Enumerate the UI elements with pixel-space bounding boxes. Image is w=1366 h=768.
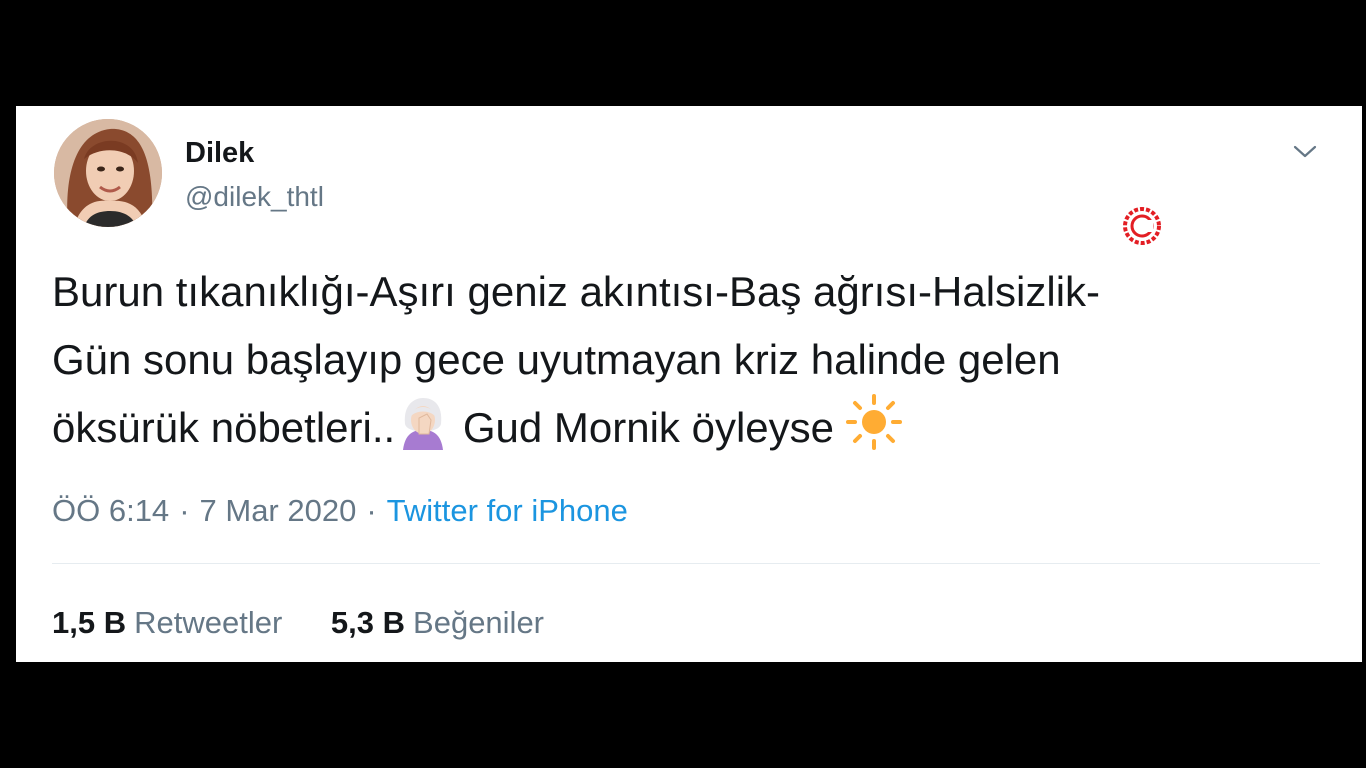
meta-separator: · [179, 493, 190, 528]
letterbox-top [0, 0, 1366, 106]
avatar[interactable] [54, 119, 162, 227]
tweet-source-link[interactable]: Twitter for iPhone [387, 493, 628, 528]
retweets-label: Retweetler [134, 605, 283, 640]
letterbox-bottom [0, 662, 1366, 768]
tweet-date[interactable]: 7 Mar 2020 [200, 493, 357, 528]
chevron-down-icon[interactable] [1290, 136, 1320, 166]
meta-separator: · [366, 493, 377, 528]
display-name[interactable]: Dilek [185, 136, 254, 170]
tweet-text-tail: Gud Mornik öyleyse [462, 404, 835, 451]
tweet-text-line: Burun tıkanıklığı-Aşırı geniz akıntısı-B… [52, 268, 1101, 315]
tweet-text: Burun tıkanıklığı-Aşırı geniz akıntısı-B… [52, 258, 1322, 462]
tweet-meta: ÖÖ 6:14 · 7 Mar 2020 · Twitter for iPhone [52, 491, 628, 531]
divider [52, 563, 1320, 564]
likes-count: 5,3 B [330, 605, 406, 640]
tweet-card: Dilek @dilek_thtl Burun tıkanıklığı-Aşır… [16, 106, 1362, 662]
tweet-stats: 1,5 B Retweetler 5,3 B Beğeniler [52, 603, 584, 643]
retweets-count: 1,5 B [52, 605, 127, 640]
user-handle[interactable]: @dilek_thtl [185, 180, 324, 214]
tweet-text-line: öksürük nöbetleri.. [52, 404, 396, 451]
tweet-time[interactable]: ÖÖ 6:14 [52, 493, 169, 528]
likes-label: Beğeniler [413, 605, 545, 640]
avatar-photo-icon [54, 119, 162, 227]
sun-icon [845, 394, 902, 450]
tweet-text-line: Gün sonu başlayıp gece uyutmayan kriz ha… [52, 336, 1061, 383]
tweet-text-line-last: öksürük nöbetleri.. Gud Mornik öyleyse [52, 394, 1322, 462]
watermark-logo-icon [1121, 205, 1163, 247]
facepalm-woman-icon [403, 398, 444, 450]
likes-stat[interactable]: 5,3 B Beğeniler [331, 603, 544, 643]
retweets-stat[interactable]: 1,5 B Retweetler [52, 603, 282, 643]
